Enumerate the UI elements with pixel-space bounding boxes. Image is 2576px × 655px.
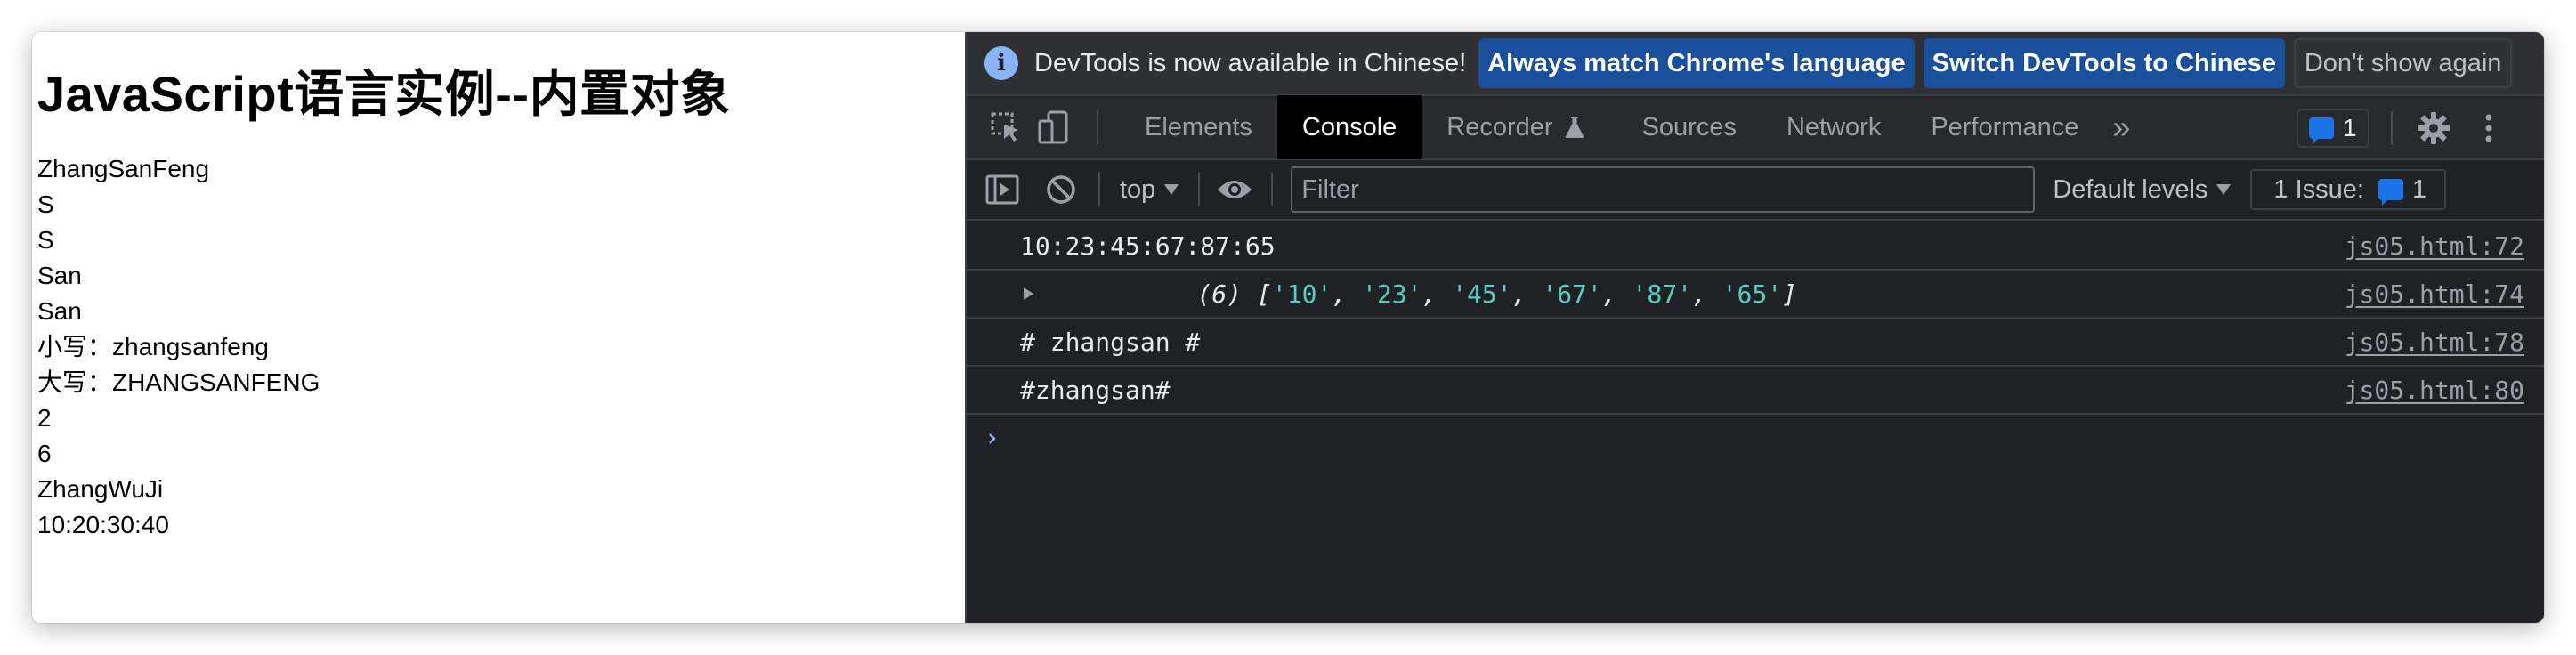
inspect-element-icon[interactable] xyxy=(988,109,1024,145)
output-line: 2 xyxy=(37,404,52,432)
console-log-row: #zhangsan# js05.html:80 xyxy=(967,367,2544,415)
array-item: '23' xyxy=(1362,279,1422,309)
log-message: #zhangsan# xyxy=(1020,375,1171,405)
console-filterbar: top Default levels 1 Issue: 1 xyxy=(967,160,2544,221)
log-message: # zhangsan # xyxy=(1020,327,1201,357)
array-item: '65' xyxy=(1721,279,1783,309)
page-content: JavaScript语言实例--内置对象 ZhangSanFeng S S Sa… xyxy=(32,32,965,623)
console-output: 10:23:45:67:87:65 js05.html:72 (6) ['10'… xyxy=(967,222,2544,623)
infobar-message: DevTools is now available in Chinese! xyxy=(1034,48,1467,77)
output-line: San xyxy=(37,262,82,289)
log-source-link[interactable]: js05.html:78 xyxy=(2345,328,2524,357)
devtools-panel: i DevTools is now available in Chinese! … xyxy=(965,32,2544,623)
dont-show-again-button[interactable]: Don't show again xyxy=(2293,38,2513,88)
issues-label: 1 Issue: xyxy=(2273,174,2364,204)
console-filter-input[interactable] xyxy=(1291,166,2036,213)
log-source-link[interactable]: js05.html:72 xyxy=(2345,231,2524,261)
log-source-link[interactable]: js05.html:74 xyxy=(2345,279,2524,309)
issues-badge: 1 xyxy=(2297,109,2369,148)
more-tabs-icon[interactable]: » xyxy=(2103,95,2139,159)
toolbar-divider xyxy=(1098,173,1100,206)
tab-sources[interactable]: Sources xyxy=(1617,95,1762,159)
context-selector-label: top xyxy=(1120,174,1156,204)
sidebar-toggle-icon[interactable] xyxy=(984,172,1020,207)
output-line: S xyxy=(37,226,54,254)
devtools-tabbar: Elements Console Recorder Sources Networ… xyxy=(967,95,2544,160)
output-line: 6 xyxy=(37,440,52,467)
expand-triangle-icon[interactable] xyxy=(1024,287,1033,300)
issues-counter[interactable]: 1 xyxy=(2297,109,2369,148)
tab-recorder-label: Recorder xyxy=(1446,112,1553,142)
always-match-language-button[interactable]: Always match Chrome's language xyxy=(1478,38,1915,88)
toolbar-divider xyxy=(1198,173,1201,206)
log-levels-label: Default levels xyxy=(2053,174,2208,204)
issues-button[interactable]: 1 Issue: 1 xyxy=(2250,169,2447,210)
message-icon xyxy=(2378,179,2403,206)
context-selector[interactable]: top xyxy=(1120,175,1179,205)
page-title: JavaScript语言实例--内置对象 xyxy=(37,66,731,122)
array-item: '87' xyxy=(1632,279,1692,309)
switch-to-chinese-button[interactable]: Switch DevTools to Chinese xyxy=(1923,38,2285,88)
tab-console[interactable]: Console xyxy=(1276,95,1422,159)
output-line: ZhangSanFeng xyxy=(37,155,210,182)
array-item: '67' xyxy=(1542,279,1602,309)
device-toolbar-icon[interactable] xyxy=(1036,109,1072,145)
tab-recorder[interactable]: Recorder xyxy=(1422,95,1609,159)
array-suffix: ] xyxy=(1782,279,1797,309)
output-line: 10:20:30:40 xyxy=(37,511,169,538)
output-line: 小写：zhangsanfeng xyxy=(37,333,269,360)
output-line: ZhangWuJi xyxy=(37,475,164,503)
message-icon xyxy=(2309,117,2334,144)
output-line: San xyxy=(37,297,82,325)
console-log-row: # zhangsan # js05.html:78 xyxy=(967,319,2544,367)
chevron-down-icon xyxy=(2216,184,2232,195)
log-levels-dropdown[interactable]: Default levels xyxy=(2053,174,2232,205)
tab-elements[interactable]: Elements xyxy=(1120,95,1277,159)
log-source-link[interactable]: js05.html:80 xyxy=(2345,376,2524,405)
live-expression-eye-icon[interactable] xyxy=(1216,176,1253,203)
console-log-row: (6) ['10', '23', '45', '67', '87', '65']… xyxy=(967,271,2544,319)
clear-console-icon[interactable] xyxy=(1043,172,1079,207)
toolbar-divider xyxy=(1271,173,1274,206)
tab-network[interactable]: Network xyxy=(1762,95,1906,159)
settings-gear-icon[interactable] xyxy=(2416,110,2451,150)
info-icon: i xyxy=(984,46,1018,80)
console-prompt[interactable]: › xyxy=(967,415,2544,459)
output-line: S xyxy=(37,190,54,218)
browser-window: JavaScript语言实例--内置对象 ZhangSanFeng S S Sa… xyxy=(32,32,2544,623)
issues-badge-count: 1 xyxy=(2343,114,2357,142)
toolbar-divider xyxy=(1097,110,1098,144)
chevron-down-icon xyxy=(1164,184,1179,195)
array-prefix: (6) [ xyxy=(1196,279,1272,309)
more-options-icon[interactable] xyxy=(2480,110,2498,150)
issues-count: 1 xyxy=(2411,174,2427,204)
tab-performance[interactable]: Performance xyxy=(1906,95,2103,159)
flask-icon xyxy=(1564,116,1585,139)
toolbar-divider xyxy=(2391,111,2393,145)
array-item: '45' xyxy=(1452,279,1512,309)
output-line: 大写：ZHANGSANFENG xyxy=(37,368,320,396)
array-item: '10' xyxy=(1271,279,1333,309)
language-infobar: i DevTools is now available in Chinese! … xyxy=(967,32,2544,96)
prompt-chevron-icon: › xyxy=(984,422,1000,452)
